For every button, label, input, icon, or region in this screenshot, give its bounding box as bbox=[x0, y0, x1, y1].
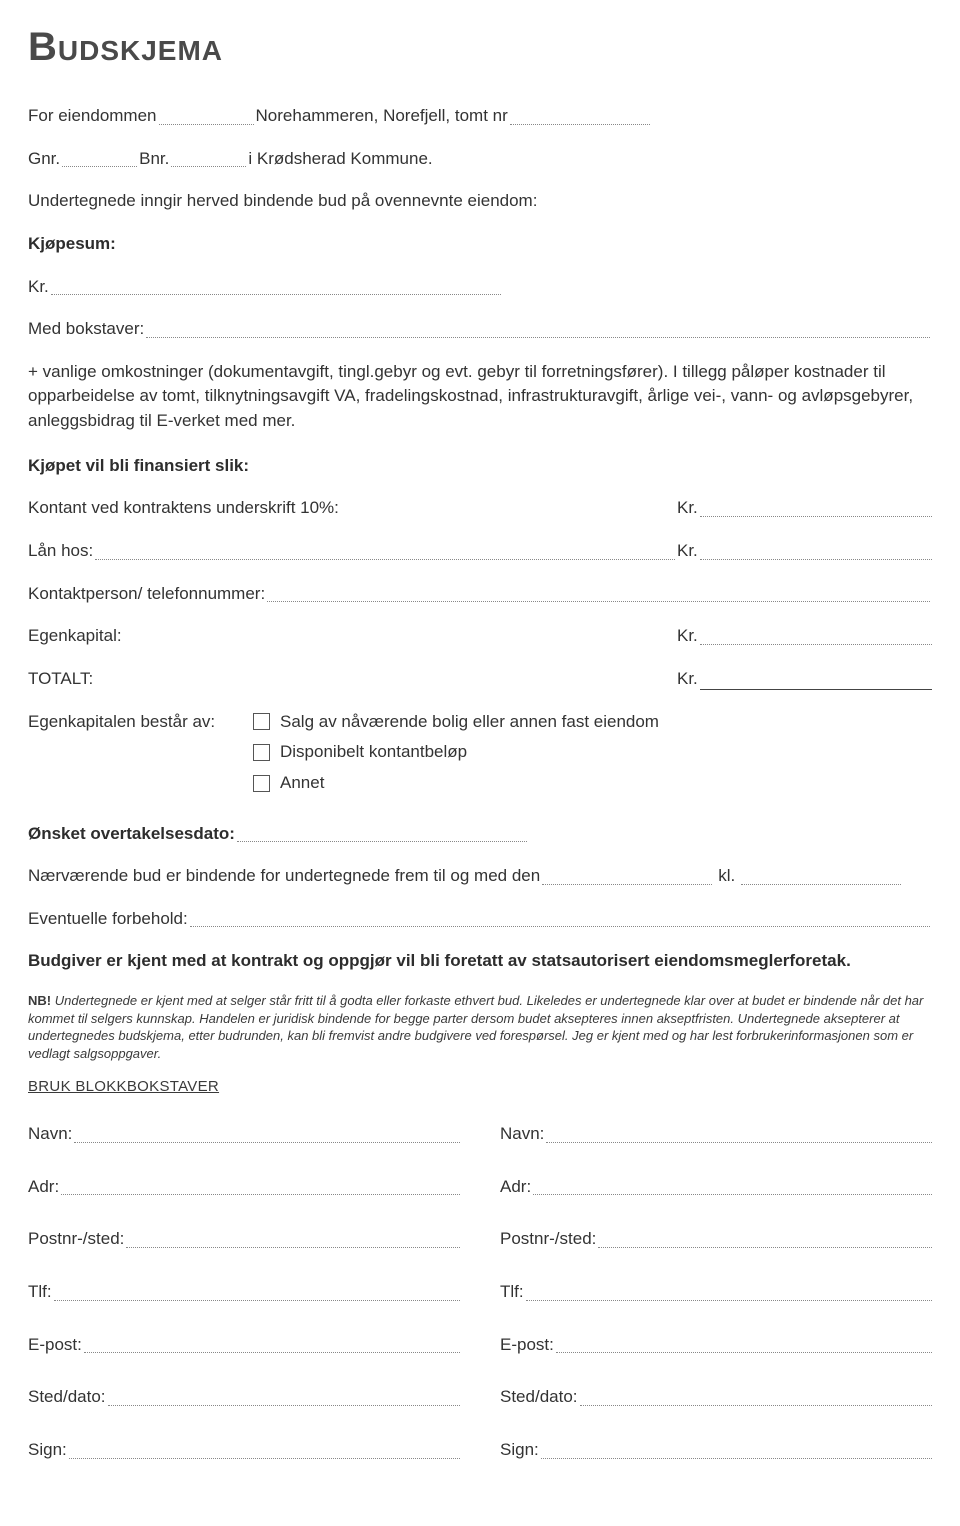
postnr-label: Postnr-/sted: bbox=[500, 1227, 596, 1252]
gnr-bnr-line: Gnr. Bnr. i Krødsherad Kommune. bbox=[28, 147, 932, 172]
gnr-field[interactable] bbox=[62, 166, 137, 167]
signer-2: Navn: Adr: Postnr-/sted: Tlf: E-post: St… bbox=[500, 1122, 932, 1490]
loan-from-field[interactable] bbox=[95, 559, 675, 560]
kr-field[interactable] bbox=[51, 294, 501, 295]
block-letters-label: BRUK BLOKKBOKSTAVER bbox=[28, 1076, 932, 1098]
reservations-row: Eventuelle forbehold: bbox=[28, 907, 932, 932]
valid-until-time-field[interactable] bbox=[741, 884, 901, 885]
kr-label: Kr. bbox=[677, 667, 700, 692]
epost-label: E-post: bbox=[500, 1333, 554, 1358]
contact-person-field[interactable] bbox=[267, 601, 930, 602]
checkbox-other[interactable] bbox=[253, 775, 270, 792]
financing-heading: Kjøpet vil bli finansiert slik: bbox=[28, 454, 932, 479]
sted-dato-field-1[interactable] bbox=[108, 1405, 460, 1406]
in-letters-line: Med bokstaver: bbox=[28, 317, 932, 342]
property-line: For eiendommen Norehammeren, Norefjell, … bbox=[28, 104, 932, 129]
tlf-field-2[interactable] bbox=[526, 1300, 932, 1301]
kr-label: Kr. bbox=[677, 539, 700, 564]
reservations-label: Eventuelle forbehold: bbox=[28, 907, 188, 932]
nb-label: NB! bbox=[28, 993, 51, 1008]
in-letters-field[interactable] bbox=[146, 337, 930, 338]
addr-label: Adr: bbox=[500, 1175, 531, 1200]
opt-cash-label: Disponibelt kontantbeløp bbox=[280, 740, 467, 765]
project-label: Norehammeren, Norefjell, tomt nr bbox=[256, 104, 508, 129]
addr-label: Adr: bbox=[28, 1175, 59, 1200]
own-capital-label: Egenkapital: bbox=[28, 624, 122, 649]
plus-costs-text: + vanlige omkostninger (dokumentavgift, … bbox=[28, 360, 932, 434]
postnr-field-1[interactable] bbox=[126, 1247, 460, 1248]
epost-field-1[interactable] bbox=[84, 1352, 460, 1353]
kl-label: kl. bbox=[714, 864, 739, 889]
sted-dato-label: Sted/dato: bbox=[500, 1385, 578, 1410]
postnr-label: Postnr-/sted: bbox=[28, 1227, 124, 1252]
loan-amount-field[interactable] bbox=[700, 559, 932, 560]
sign-field-2[interactable] bbox=[541, 1458, 932, 1459]
loan-label: Lån hos: bbox=[28, 539, 93, 564]
own-capital-consists-row: Egenkapitalen består av: Salg av nåværen… bbox=[28, 710, 932, 802]
sign-label: Sign: bbox=[28, 1438, 67, 1463]
sign-label: Sign: bbox=[500, 1438, 539, 1463]
own-capital-consists-label: Egenkapitalen består av: bbox=[28, 710, 253, 735]
municipality-label: i Krødsherad Kommune. bbox=[248, 147, 432, 172]
purchase-sum-label: Kjøpesum: bbox=[28, 232, 932, 257]
name-label: Navn: bbox=[28, 1122, 72, 1147]
cash-at-sign-row: Kontant ved kontraktens underskrift 10%:… bbox=[28, 496, 932, 521]
contact-person-label: Kontaktperson/ telefonnummer: bbox=[28, 582, 265, 607]
own-capital-row: Egenkapital: Kr. bbox=[28, 624, 932, 649]
sted-dato-field-2[interactable] bbox=[580, 1405, 932, 1406]
valid-until-date-field[interactable] bbox=[542, 884, 712, 885]
opt-other-label: Annet bbox=[280, 771, 324, 796]
in-letters-label: Med bokstaver: bbox=[28, 317, 144, 342]
addr-field-2[interactable] bbox=[533, 1194, 932, 1195]
sign-field-1[interactable] bbox=[69, 1458, 460, 1459]
cash-at-sign-field[interactable] bbox=[700, 516, 932, 517]
signer-1: Navn: Adr: Postnr-/sted: Tlf: E-post: St… bbox=[28, 1122, 460, 1490]
dots bbox=[159, 124, 254, 125]
valid-until-label: Nærværende bud er bindende for undertegn… bbox=[28, 864, 540, 889]
checkbox-sale[interactable] bbox=[253, 713, 270, 730]
tlf-label: Tlf: bbox=[28, 1280, 52, 1305]
tlf-field-1[interactable] bbox=[54, 1300, 460, 1301]
gnr-label: Gnr. bbox=[28, 147, 60, 172]
kr-label: Kr. bbox=[677, 496, 700, 521]
broker-notice: Budgiver er kjent med at kontrakt og opp… bbox=[28, 949, 932, 974]
for-property-label: For eiendommen bbox=[28, 104, 157, 129]
bnr-label: Bnr. bbox=[139, 147, 169, 172]
epost-field-2[interactable] bbox=[556, 1352, 932, 1353]
own-capital-field[interactable] bbox=[700, 644, 932, 645]
opt-sale-label: Salg av nåværende bolig eller annen fast… bbox=[280, 710, 659, 735]
tomt-nr-field[interactable] bbox=[510, 124, 650, 125]
addr-field-1[interactable] bbox=[61, 1194, 460, 1195]
signature-columns: Navn: Adr: Postnr-/sted: Tlf: E-post: St… bbox=[28, 1122, 932, 1490]
name-field-1[interactable] bbox=[74, 1142, 460, 1143]
desired-date-label: Ønsket overtakelsesdato: bbox=[28, 822, 235, 847]
sted-dato-label: Sted/dato: bbox=[28, 1385, 106, 1410]
name-field-2[interactable] bbox=[546, 1142, 932, 1143]
kr-label: Kr. bbox=[28, 275, 49, 300]
cash-at-sign-label: Kontant ved kontraktens underskrift 10%: bbox=[28, 496, 339, 521]
desired-date-row: Ønsket overtakelsesdato: bbox=[28, 822, 932, 847]
loan-row: Lån hos: Kr. bbox=[28, 539, 932, 564]
valid-until-row: Nærværende bud er bindende for undertegn… bbox=[28, 864, 932, 889]
tlf-label: Tlf: bbox=[500, 1280, 524, 1305]
page-title: Budskjema bbox=[28, 18, 932, 76]
name-label: Navn: bbox=[500, 1122, 544, 1147]
bnr-field[interactable] bbox=[171, 166, 246, 167]
total-row: TOTALT: Kr. bbox=[28, 667, 932, 692]
epost-label: E-post: bbox=[28, 1333, 82, 1358]
contact-person-row: Kontaktperson/ telefonnummer: bbox=[28, 582, 932, 607]
nb-text: Undertegnede er kjent med at selger står… bbox=[28, 993, 923, 1061]
postnr-field-2[interactable] bbox=[598, 1247, 932, 1248]
kr-line: Kr. bbox=[28, 275, 932, 300]
desired-date-field[interactable] bbox=[237, 841, 527, 842]
kr-label: Kr. bbox=[677, 624, 700, 649]
total-field[interactable] bbox=[700, 689, 932, 690]
checkbox-cash[interactable] bbox=[253, 744, 270, 761]
binding-bid-text: Undertegnede inngir herved bindende bud … bbox=[28, 189, 932, 214]
reservations-field[interactable] bbox=[190, 926, 930, 927]
nb-note: NB! Undertegnede er kjent med at selger … bbox=[28, 992, 932, 1062]
total-label: TOTALT: bbox=[28, 667, 93, 692]
